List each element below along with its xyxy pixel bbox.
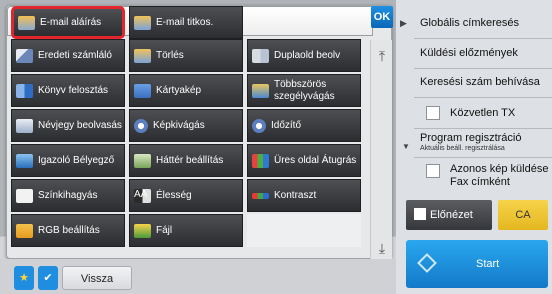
function-button-label: RGB beállítás (38, 224, 100, 236)
start-diamond-icon (417, 253, 437, 273)
background-icon (134, 153, 151, 168)
preview-button[interactable]: Előnézet (406, 200, 492, 230)
email-encrypt-icon (134, 15, 151, 30)
function-button-counter[interactable]: Eredeti számláló (11, 39, 125, 72)
function-button-email-signature[interactable]: E-mail aláírás (11, 6, 125, 39)
function-button-multi-crop[interactable]: Többszörös szegélyvágás (247, 74, 361, 107)
preview-checkbox-icon (414, 208, 426, 220)
function-button-blank-page-skip[interactable]: Üres oldal Átugrás (247, 144, 361, 177)
rgb-adjust-icon (16, 223, 33, 238)
function-button-label: Igazoló Bélyegző (38, 154, 115, 166)
empty-slot (247, 214, 361, 247)
function-button-image-crop[interactable]: Képkivágás (129, 109, 243, 142)
start-button[interactable]: Start (406, 240, 548, 288)
function-button-card-shot[interactable]: Kártyakép (129, 74, 243, 107)
function-button-label: Időzítő (271, 119, 302, 131)
scroll-up-icon[interactable]: ⤒ (371, 48, 393, 65)
card-shot-icon (134, 83, 151, 98)
function-button-color-dropout[interactable]: Színkihagyás (11, 179, 125, 212)
function-button-label: Színkihagyás (38, 189, 98, 201)
start-label: Start (476, 258, 500, 270)
function-button-duplex-scan[interactable]: Duplaold beolv (247, 39, 361, 72)
function-button-label: Kontraszt (274, 189, 317, 201)
separator (414, 128, 552, 129)
duplex-scan-icon (252, 48, 269, 63)
separator (414, 38, 552, 39)
file-icon (134, 223, 151, 238)
function-button-label: Eredeti számláló (38, 49, 112, 61)
star-icon[interactable]: ★ (14, 266, 34, 290)
search-number-recall[interactable]: Keresési szám behívása (420, 76, 540, 88)
blank-page-skip-icon (252, 153, 269, 168)
right-panel: ▶ Globális címkeresés Küldési előzmények… (396, 0, 552, 294)
function-button-contrast[interactable]: Kontraszt (247, 179, 361, 212)
function-button-file[interactable]: Fájl (129, 214, 243, 247)
other-functions-panel: Egyéb OK Eredeti számlálóTörlésDuplaold … (6, 5, 393, 262)
scroll-column: ⤒ ⤓ (370, 40, 392, 262)
function-button-label: Törlés (156, 49, 184, 61)
direct-tx-checkbox[interactable] (426, 106, 440, 120)
function-button-label: E-mail aláírás (40, 16, 102, 28)
program-registration-sub: Aktuális beáll. regisztrálása (420, 145, 505, 152)
function-button-label: Többszörös szegélyvágás (274, 78, 335, 102)
function-button-book-divide[interactable]: Könyv felosztás (11, 74, 125, 107)
chevron-down-icon[interactable]: ▼ (402, 142, 410, 151)
preview-label: Előnézet (430, 209, 473, 221)
same-image-fax-checkbox[interactable] (426, 164, 440, 178)
direct-tx-label: Közvetlen TX (450, 107, 516, 119)
erase-icon (134, 48, 151, 63)
scroll-down-icon[interactable]: ⤓ (371, 240, 393, 257)
function-button-timer[interactable]: Időzítő (247, 109, 361, 142)
counter-icon (16, 48, 33, 63)
function-button-business-card[interactable]: Névjegy beolvasás (11, 109, 125, 142)
contrast-icon (252, 192, 269, 199)
function-button-label: Kártyakép (156, 84, 202, 96)
image-crop-icon (134, 118, 148, 133)
function-button-label: E-mail titkos. (156, 16, 214, 28)
function-button-label: Üres oldal Átugrás (274, 154, 357, 166)
function-button-label: Képkivágás (153, 119, 205, 131)
screen: A4 A4 Egyéb OK Eredeti számlálóTörlésDup… (0, 0, 552, 294)
send-history[interactable]: Küldési előzmények (420, 47, 518, 59)
global-tag-search[interactable]: Globális címkeresés (420, 17, 519, 29)
function-button-sharpness[interactable]: AA Élesség (129, 179, 243, 212)
sharpness-icon: AA (134, 188, 151, 203)
function-button-label: Élesség (156, 189, 192, 201)
same-image-fax-label: Azonos kép küldése Fax címként (450, 163, 549, 188)
book-divide-icon (16, 83, 33, 98)
timer-icon (252, 118, 266, 133)
separator (414, 157, 552, 158)
function-button-erase[interactable]: Törlés (129, 39, 243, 72)
ok-button[interactable]: OK (371, 6, 393, 28)
function-button-label: Háttér beállítás (156, 154, 224, 166)
separator (414, 97, 552, 98)
function-button-label: Fájl (156, 224, 173, 236)
function-button-email-encrypt[interactable]: E-mail titkos. (129, 6, 243, 39)
function-button-label: Duplaold beolv (274, 49, 341, 61)
expand-icon[interactable]: ▶ (400, 18, 407, 29)
separator (414, 68, 552, 69)
function-button-verification-stamp[interactable]: Igazoló Bélyegző (11, 144, 125, 177)
function-button-label: Névjegy beolvasás (38, 119, 122, 131)
function-button-rgb-adjust[interactable]: RGB beállítás (11, 214, 125, 247)
function-button-background[interactable]: Háttér beállítás (129, 144, 243, 177)
back-button[interactable]: Vissza (62, 266, 132, 290)
check-icon[interactable]: ✔ (38, 266, 58, 290)
color-dropout-icon (16, 188, 33, 203)
function-button-label: Könyv felosztás (38, 84, 109, 96)
business-card-icon (16, 118, 33, 133)
email-signature-icon (18, 15, 35, 30)
verification-stamp-icon (16, 153, 33, 168)
program-registration[interactable]: Program regisztráció (420, 132, 521, 144)
ca-button[interactable]: CA (498, 200, 548, 230)
multi-crop-icon (252, 83, 269, 98)
